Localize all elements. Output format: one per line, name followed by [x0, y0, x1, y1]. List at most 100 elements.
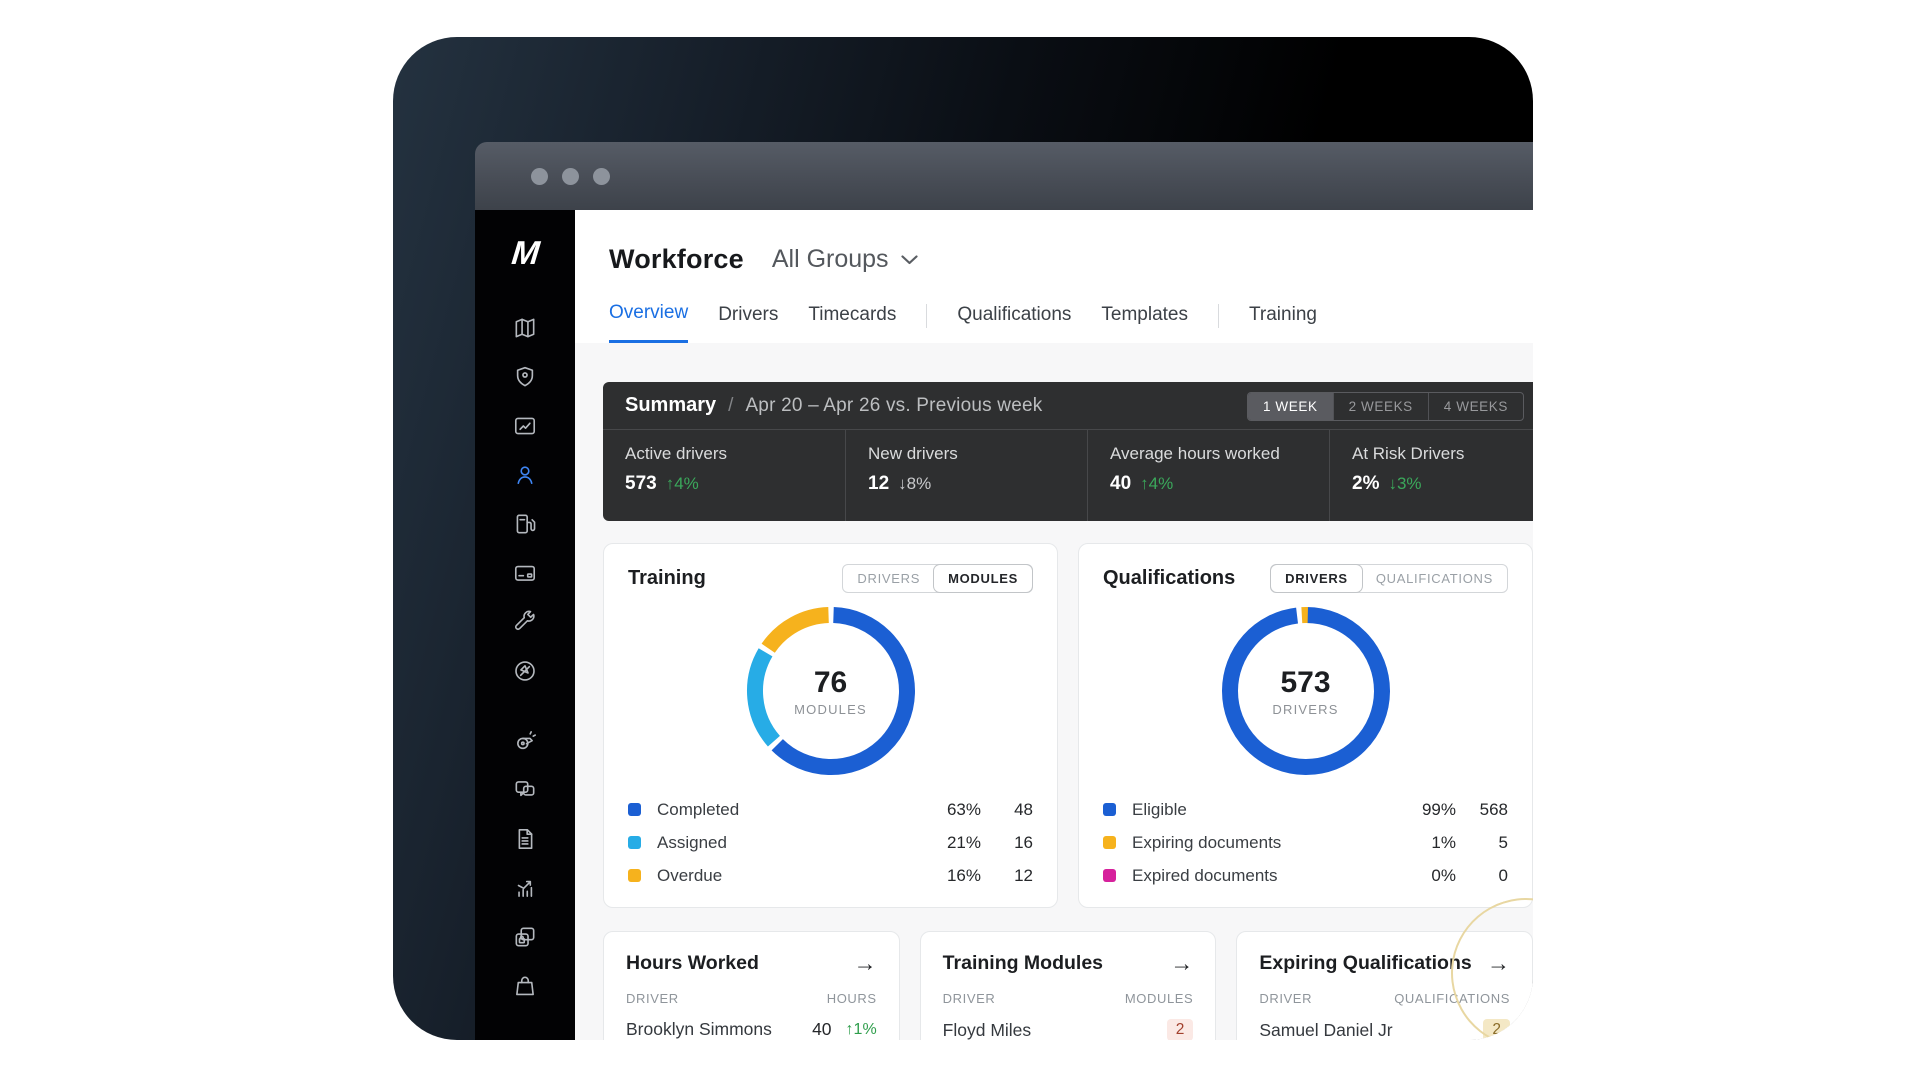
legend-swatch-icon — [628, 869, 641, 882]
table-row[interactable]: Brooklyn Simmons40↑1% — [626, 1019, 877, 1040]
sidebar-item-compass-icon[interactable] — [512, 658, 539, 684]
column-header: DRIVER — [626, 991, 679, 1006]
chevron-down-icon — [901, 255, 918, 265]
window-control-dot-icon[interactable] — [562, 168, 579, 185]
training-card: Training DRIVERSMODULES 76 MODULES Compl… — [603, 543, 1058, 908]
legend-percent: 16% — [901, 866, 981, 886]
summary-date-range: Apr 20 – Apr 26 vs. Previous week — [745, 395, 1042, 417]
legend-row-completed: Completed63%48 — [628, 793, 1033, 826]
stat-value: 40 — [1110, 473, 1131, 495]
legend-swatch-icon — [1103, 836, 1116, 849]
stat-value: 2% — [1352, 473, 1379, 495]
group-selector[interactable]: All Groups — [772, 245, 918, 274]
column-header: DRIVER — [1259, 991, 1312, 1006]
table-row[interactable]: Samuel Daniel Jr2 — [1259, 1019, 1510, 1040]
expiring-qualifications-title: Expiring Qualifications — [1259, 952, 1471, 975]
legend-swatch-icon — [1103, 869, 1116, 882]
legend-swatch-icon — [628, 836, 641, 849]
stat-value: 12 — [868, 473, 889, 495]
sidebar-item-devices-icon[interactable] — [512, 924, 539, 950]
sidebar-item-dispatch-icon[interactable] — [512, 413, 539, 439]
legend-count: 48 — [981, 800, 1033, 820]
training-modules-card: Training Modules→DRIVERMODULESFloyd Mile… — [920, 931, 1217, 1040]
sidebar-item-person-icon[interactable] — [512, 462, 539, 488]
legend-swatch-icon — [628, 803, 641, 816]
sidebar-item-whistle-icon[interactable] — [512, 728, 539, 754]
legend-percent: 99% — [1376, 800, 1456, 820]
legend-count: 0 — [1456, 866, 1508, 886]
summary-separator: / — [728, 395, 733, 417]
page-header: Workforce All Groups Overview Drivers Time… — [575, 210, 1533, 343]
dashboard-body: Summary / Apr 20 – Apr 26 vs. Previous w… — [575, 343, 1533, 1040]
stat-label: At Risk Drivers — [1352, 444, 1533, 464]
tab-training[interactable]: Training — [1249, 304, 1317, 342]
stat-label: Active drivers — [625, 444, 845, 464]
legend-count: 5 — [1456, 833, 1508, 853]
window-control-dot-icon[interactable] — [531, 168, 548, 185]
qualifications-toggle-qualifications[interactable]: QUALIFICATIONS — [1362, 565, 1507, 592]
sidebar-item-map-icon[interactable] — [512, 315, 539, 341]
window-control-dot-icon[interactable] — [593, 168, 610, 185]
tab-divider — [1218, 304, 1219, 328]
legend-label: Completed — [657, 800, 901, 820]
legend-swatch-icon — [1103, 803, 1116, 816]
legend-row-overdue: Overdue16%12 — [628, 859, 1033, 892]
tab-templates[interactable]: Templates — [1101, 304, 1188, 342]
stat-value: 573 — [625, 473, 657, 495]
stat-label: New drivers — [868, 444, 1087, 464]
tab-overview[interactable]: Overview — [609, 302, 688, 343]
bottom-cards-row: Hours Worked→DRIVERHOURSBrooklyn Simmons… — [603, 931, 1533, 1040]
arrow-right-icon[interactable]: → — [1170, 952, 1193, 975]
sidebar-item-chart-icon[interactable] — [512, 875, 539, 901]
hero-background: M Workforce All Groups Overview Drivers Ti… — [393, 37, 1533, 1040]
qualifications-center-value: 573 — [1280, 666, 1330, 700]
sidebar-item-card-icon[interactable] — [512, 560, 539, 586]
legend-count: 12 — [981, 866, 1033, 886]
sidebar-item-messages-icon[interactable] — [512, 777, 539, 803]
driver-name: Brooklyn Simmons — [626, 1019, 772, 1040]
row-delta: ↑1% — [846, 1021, 877, 1039]
table-row[interactable]: Floyd Miles 2 — [943, 1019, 1194, 1040]
qualifications-toggle-drivers[interactable]: DRIVERS — [1271, 565, 1362, 592]
sidebar-item-wrench-icon[interactable] — [512, 609, 539, 635]
driver-name: Floyd Miles — [943, 1020, 1032, 1041]
training-card-title: Training — [628, 567, 706, 590]
arrow-right-icon[interactable]: → — [1487, 952, 1510, 975]
legend-label: Overdue — [657, 866, 901, 886]
legend-label: Assigned — [657, 833, 901, 853]
tab-qualifications[interactable]: Qualifications — [957, 304, 1071, 342]
main-content: Workforce All Groups Overview Drivers Time… — [575, 210, 1533, 1040]
sidebar-item-document-icon[interactable] — [512, 826, 539, 852]
training-center-label: MODULES — [794, 702, 867, 717]
tab-timecards[interactable]: Timecards — [808, 304, 896, 342]
legend-row-expiring-documents: Expiring documents1%5 — [1103, 826, 1508, 859]
legend-count: 568 — [1456, 800, 1508, 820]
range-option-4-weeks[interactable]: 4 WEEKS — [1428, 393, 1523, 420]
expiring-qualifications-card: Expiring Qualifications→DRIVERQUALIFICAT… — [1236, 931, 1533, 1040]
legend-row-eligible: Eligible99%568 — [1103, 793, 1508, 826]
range-option-1-week[interactable]: 1 WEEK — [1248, 393, 1333, 420]
page-title: Workforce — [609, 244, 744, 275]
training-toggle-modules[interactable]: MODULES — [934, 565, 1032, 592]
stat-delta: ↑4% — [666, 474, 699, 494]
legend-count: 16 — [981, 833, 1033, 853]
column-header: DRIVER — [943, 991, 996, 1006]
qualifications-legend: Eligible99%568Expiring documents1%5Expir… — [1103, 793, 1508, 892]
hours-worked-title: Hours Worked — [626, 952, 759, 975]
group-selector-label: All Groups — [772, 245, 889, 274]
stat-delta: ↑4% — [1140, 474, 1173, 494]
range-option-2-weeks[interactable]: 2 WEEKS — [1333, 393, 1428, 420]
app-sidebar: M — [475, 210, 575, 1040]
arrow-right-icon[interactable]: → — [854, 952, 877, 975]
tab-drivers[interactable]: Drivers — [718, 304, 778, 342]
window-titlebar — [475, 142, 1533, 210]
count-badge: 2 — [1167, 1019, 1194, 1040]
legend-row-assigned: Assigned21%16 — [628, 826, 1033, 859]
motive-logo-icon[interactable]: M — [510, 234, 540, 270]
sidebar-item-shield-icon[interactable] — [512, 364, 539, 390]
sidebar-item-bag-icon[interactable] — [512, 973, 539, 999]
training-toggle: DRIVERSMODULES — [842, 564, 1033, 593]
sidebar-item-fuel-icon[interactable] — [512, 511, 539, 537]
stat-delta: ↓3% — [1388, 474, 1421, 494]
training-toggle-drivers[interactable]: DRIVERS — [843, 565, 934, 592]
